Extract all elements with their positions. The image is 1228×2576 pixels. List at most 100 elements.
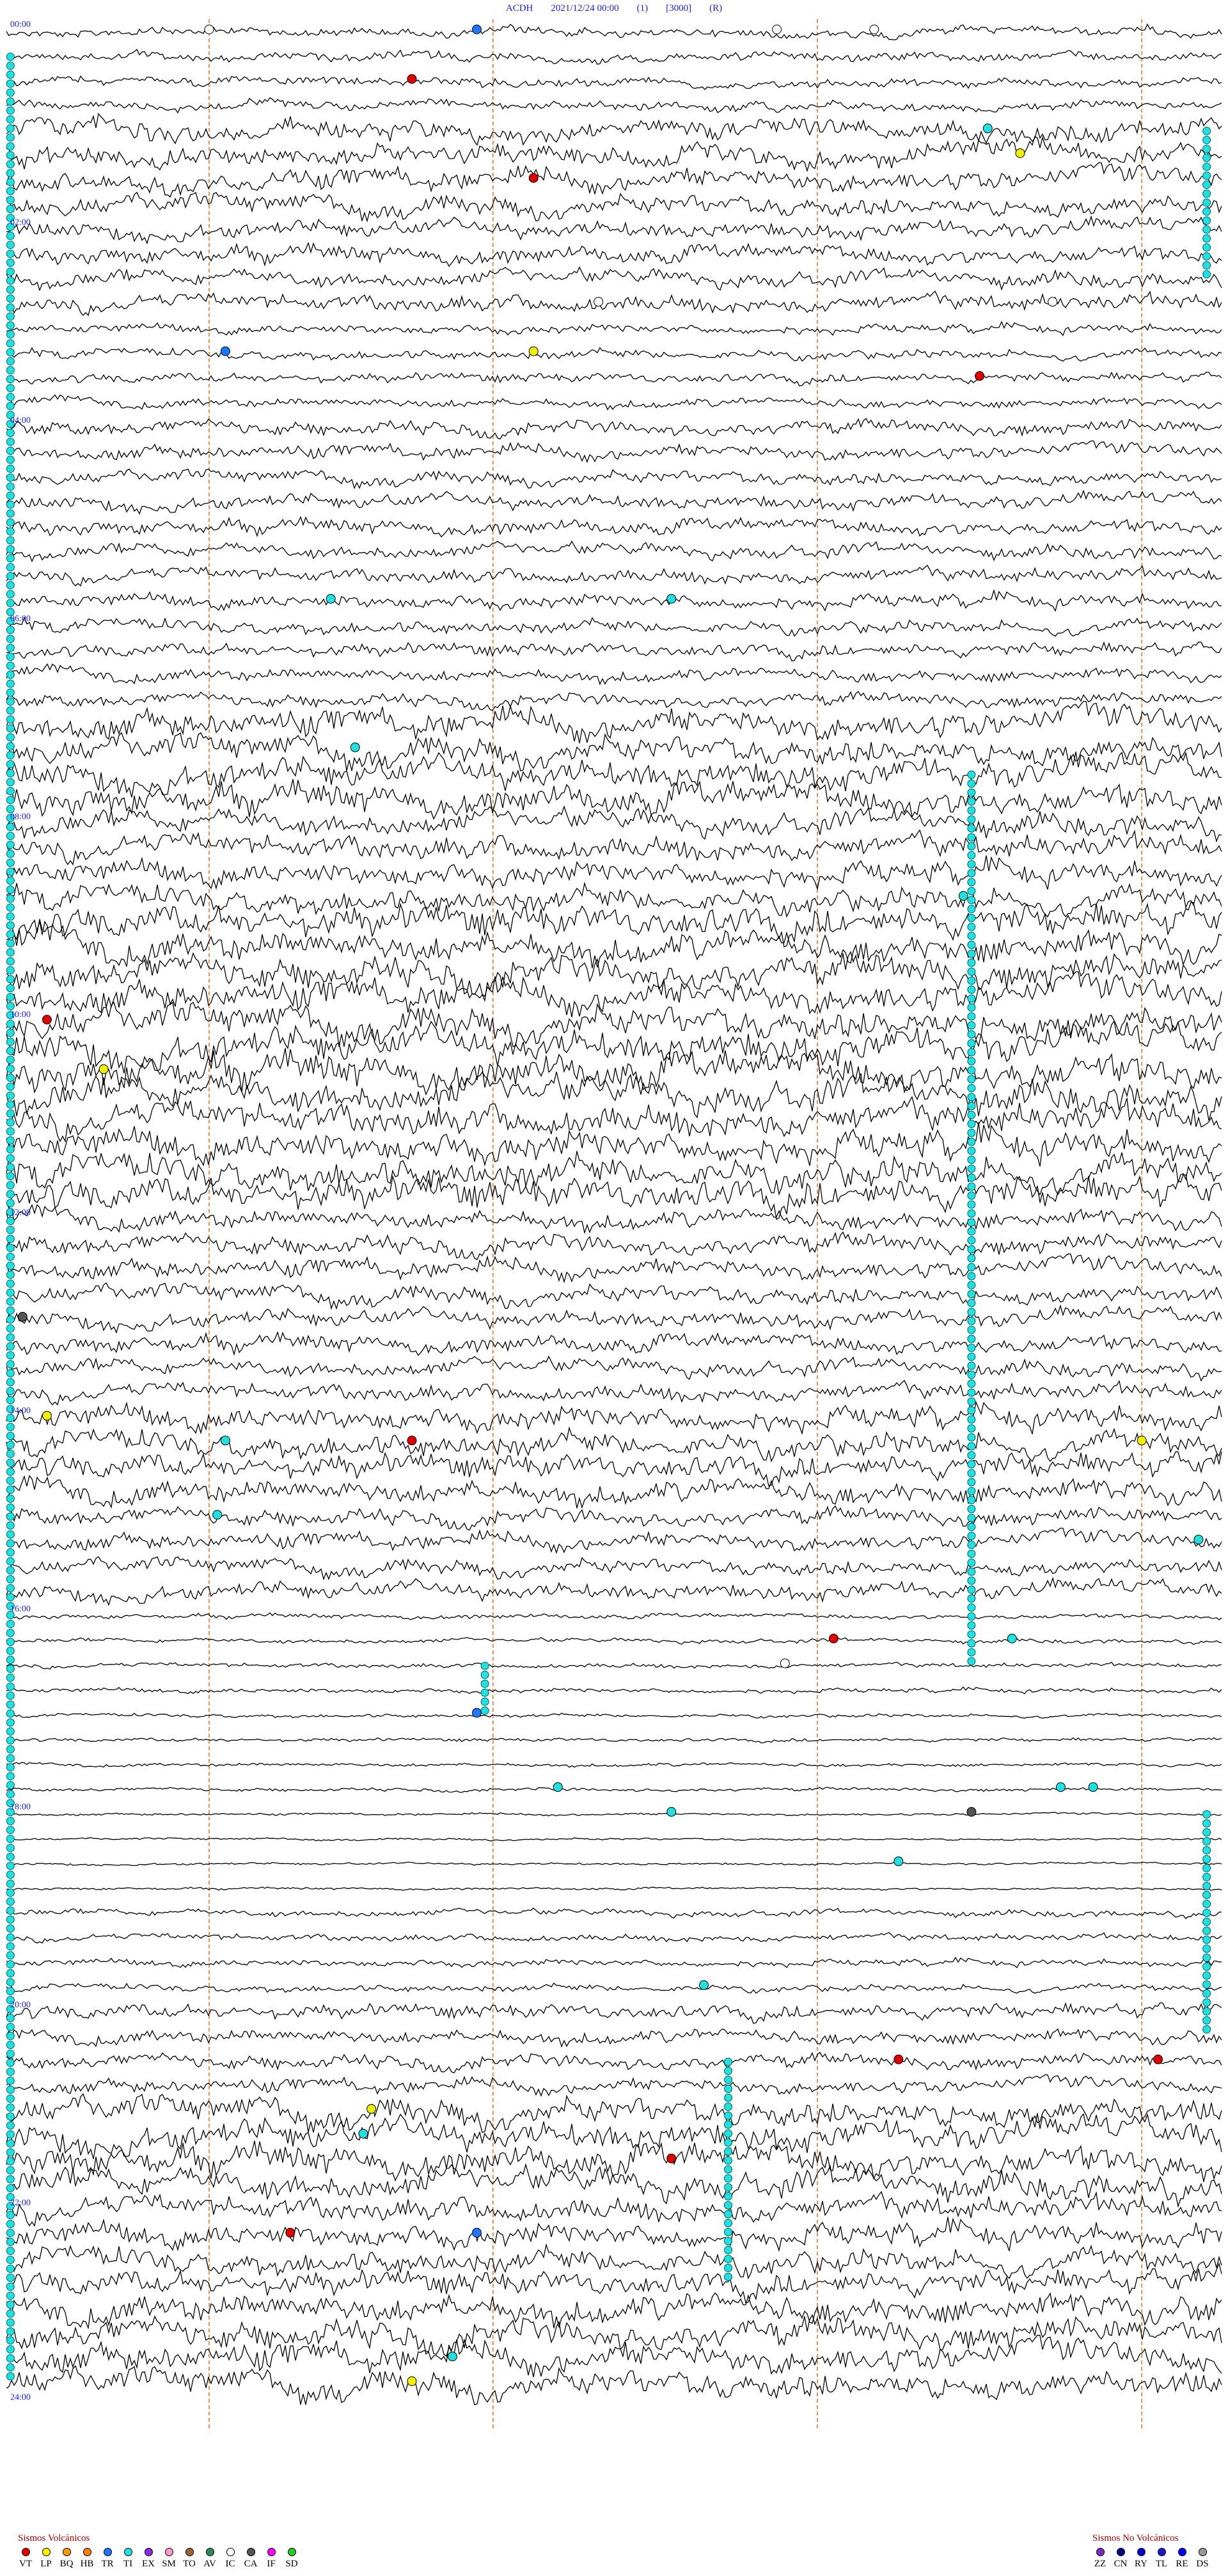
- legend-dot: [21, 2548, 30, 2556]
- event-lp: [42, 1410, 52, 1421]
- trace-line: [6, 1861, 1222, 1867]
- tremor-dot: [6, 205, 15, 214]
- tremor-dot: [1202, 2016, 1211, 2025]
- event-vt: [666, 2153, 677, 2163]
- tremor-dot: [6, 1029, 15, 1038]
- tremor-dot: [6, 993, 15, 1002]
- legend-label: AV: [203, 2559, 216, 2569]
- event-vt: [42, 1015, 52, 1025]
- tremor-dot: [967, 1630, 976, 1639]
- event-lp: [1137, 1435, 1147, 1446]
- tremor-dot: [6, 1664, 15, 1673]
- tremor-dot: [6, 2220, 15, 2229]
- tremor-dot: [6, 742, 15, 751]
- tremor-dot: [1202, 1998, 1211, 2007]
- tremor-dot: [6, 339, 15, 348]
- legend-dot: [205, 2548, 214, 2556]
- trace-line: [6, 371, 1222, 386]
- tremor-dot: [6, 366, 15, 375]
- tremor-dot: [6, 2032, 15, 2041]
- tremor-dot: [967, 1603, 976, 1612]
- tremor-dot: [967, 949, 976, 958]
- event-ti: [447, 2351, 457, 2362]
- trace-line: [6, 805, 1222, 843]
- trace-line: [6, 1426, 1222, 1463]
- trace-line: [6, 489, 1222, 515]
- tremor-dot: [967, 922, 976, 931]
- trace-line: [6, 855, 1222, 891]
- tremor-dot: [6, 2336, 15, 2345]
- trace-line: [6, 1380, 1222, 1406]
- tremor-dot: [724, 2227, 733, 2236]
- tremor-dot: [724, 2263, 733, 2272]
- tremor-dot: [6, 1181, 15, 1190]
- tremor-dot: [6, 724, 15, 733]
- event-vt: [828, 1634, 838, 1643]
- legend-dot: [62, 2548, 71, 2556]
- tremor-dot: [6, 876, 15, 885]
- trace-line: [6, 440, 1222, 463]
- tremor-dot: [967, 1460, 976, 1469]
- trace-line: [6, 1737, 1222, 1744]
- legend-item: CA: [243, 2548, 258, 2570]
- tremor-dot: [6, 160, 15, 169]
- tremor-dot: [6, 1235, 15, 1244]
- tremor-dot: [6, 1261, 15, 1270]
- tremor-dot: [6, 760, 15, 769]
- tremor-dot: [6, 545, 15, 554]
- tremor-dot: [967, 1433, 976, 1442]
- tremor-dot: [6, 1575, 15, 1584]
- event-ti: [358, 2129, 368, 2138]
- tremor-dot: [1202, 1890, 1211, 1899]
- tremor-dot: [1202, 180, 1211, 189]
- tremor-dot: [6, 1835, 15, 1844]
- tremor-dot: [967, 1424, 976, 1433]
- legend-item: RE: [1174, 2548, 1190, 2570]
- tremor-dot: [6, 1369, 15, 1378]
- tremor-dot: [967, 1236, 976, 1245]
- tremor-dot: [1202, 1935, 1211, 1944]
- tremor-dot: [6, 841, 15, 849]
- tremor-dot: [6, 1091, 15, 1100]
- tremor-dot: [6, 1423, 15, 1432]
- tremor-dot: [967, 1281, 976, 1290]
- tremor-dot: [6, 697, 15, 706]
- tremor-dot: [967, 1540, 976, 1549]
- tremor-dot: [6, 357, 15, 366]
- tremor-dot: [6, 1441, 15, 1450]
- legend-label: RE: [1176, 2559, 1188, 2569]
- tremor-dot: [967, 1496, 976, 1505]
- trace-line: [6, 732, 1222, 771]
- tremor-dot: [967, 1290, 976, 1299]
- tremor-dot: [6, 1190, 15, 1199]
- legend-item: HB: [79, 2548, 95, 2570]
- tremor-dot: [967, 1558, 976, 1567]
- tremor-dot: [6, 142, 15, 151]
- trace-line: [6, 2028, 1222, 2048]
- tremor-dot: [6, 581, 15, 590]
- tremor-dot: [967, 1648, 976, 1657]
- legend-label: IC: [225, 2559, 235, 2569]
- tremor-dot: [967, 1137, 976, 1146]
- legend-dot: [1137, 2548, 1145, 2556]
- tremor-dot: [6, 1038, 15, 1047]
- tremor-dot: [1202, 1953, 1211, 1962]
- legend-dot: [103, 2548, 112, 2556]
- time-markers: [209, 19, 1142, 2431]
- legend-label: HB: [80, 2559, 94, 2569]
- tremor-dot: [6, 2148, 15, 2157]
- tremor-dot: [480, 1661, 489, 1670]
- tremor-dot: [6, 2094, 15, 2103]
- tremor-dot: [6, 1306, 15, 1315]
- tremor-dot: [6, 1226, 15, 1235]
- tremor-dot: [6, 2139, 15, 2148]
- trace-line: [6, 1908, 1222, 1920]
- event-ti: [553, 1782, 563, 1792]
- tremor-dot: [1202, 1989, 1211, 1998]
- tremor-dot: [6, 330, 15, 339]
- tremor-dot: [1202, 1944, 1211, 1953]
- legend-item: LP: [38, 2548, 54, 2570]
- hour-label: 08:00: [10, 812, 31, 821]
- tremor-dot: [6, 1700, 15, 1709]
- tremor-dot: [6, 769, 15, 778]
